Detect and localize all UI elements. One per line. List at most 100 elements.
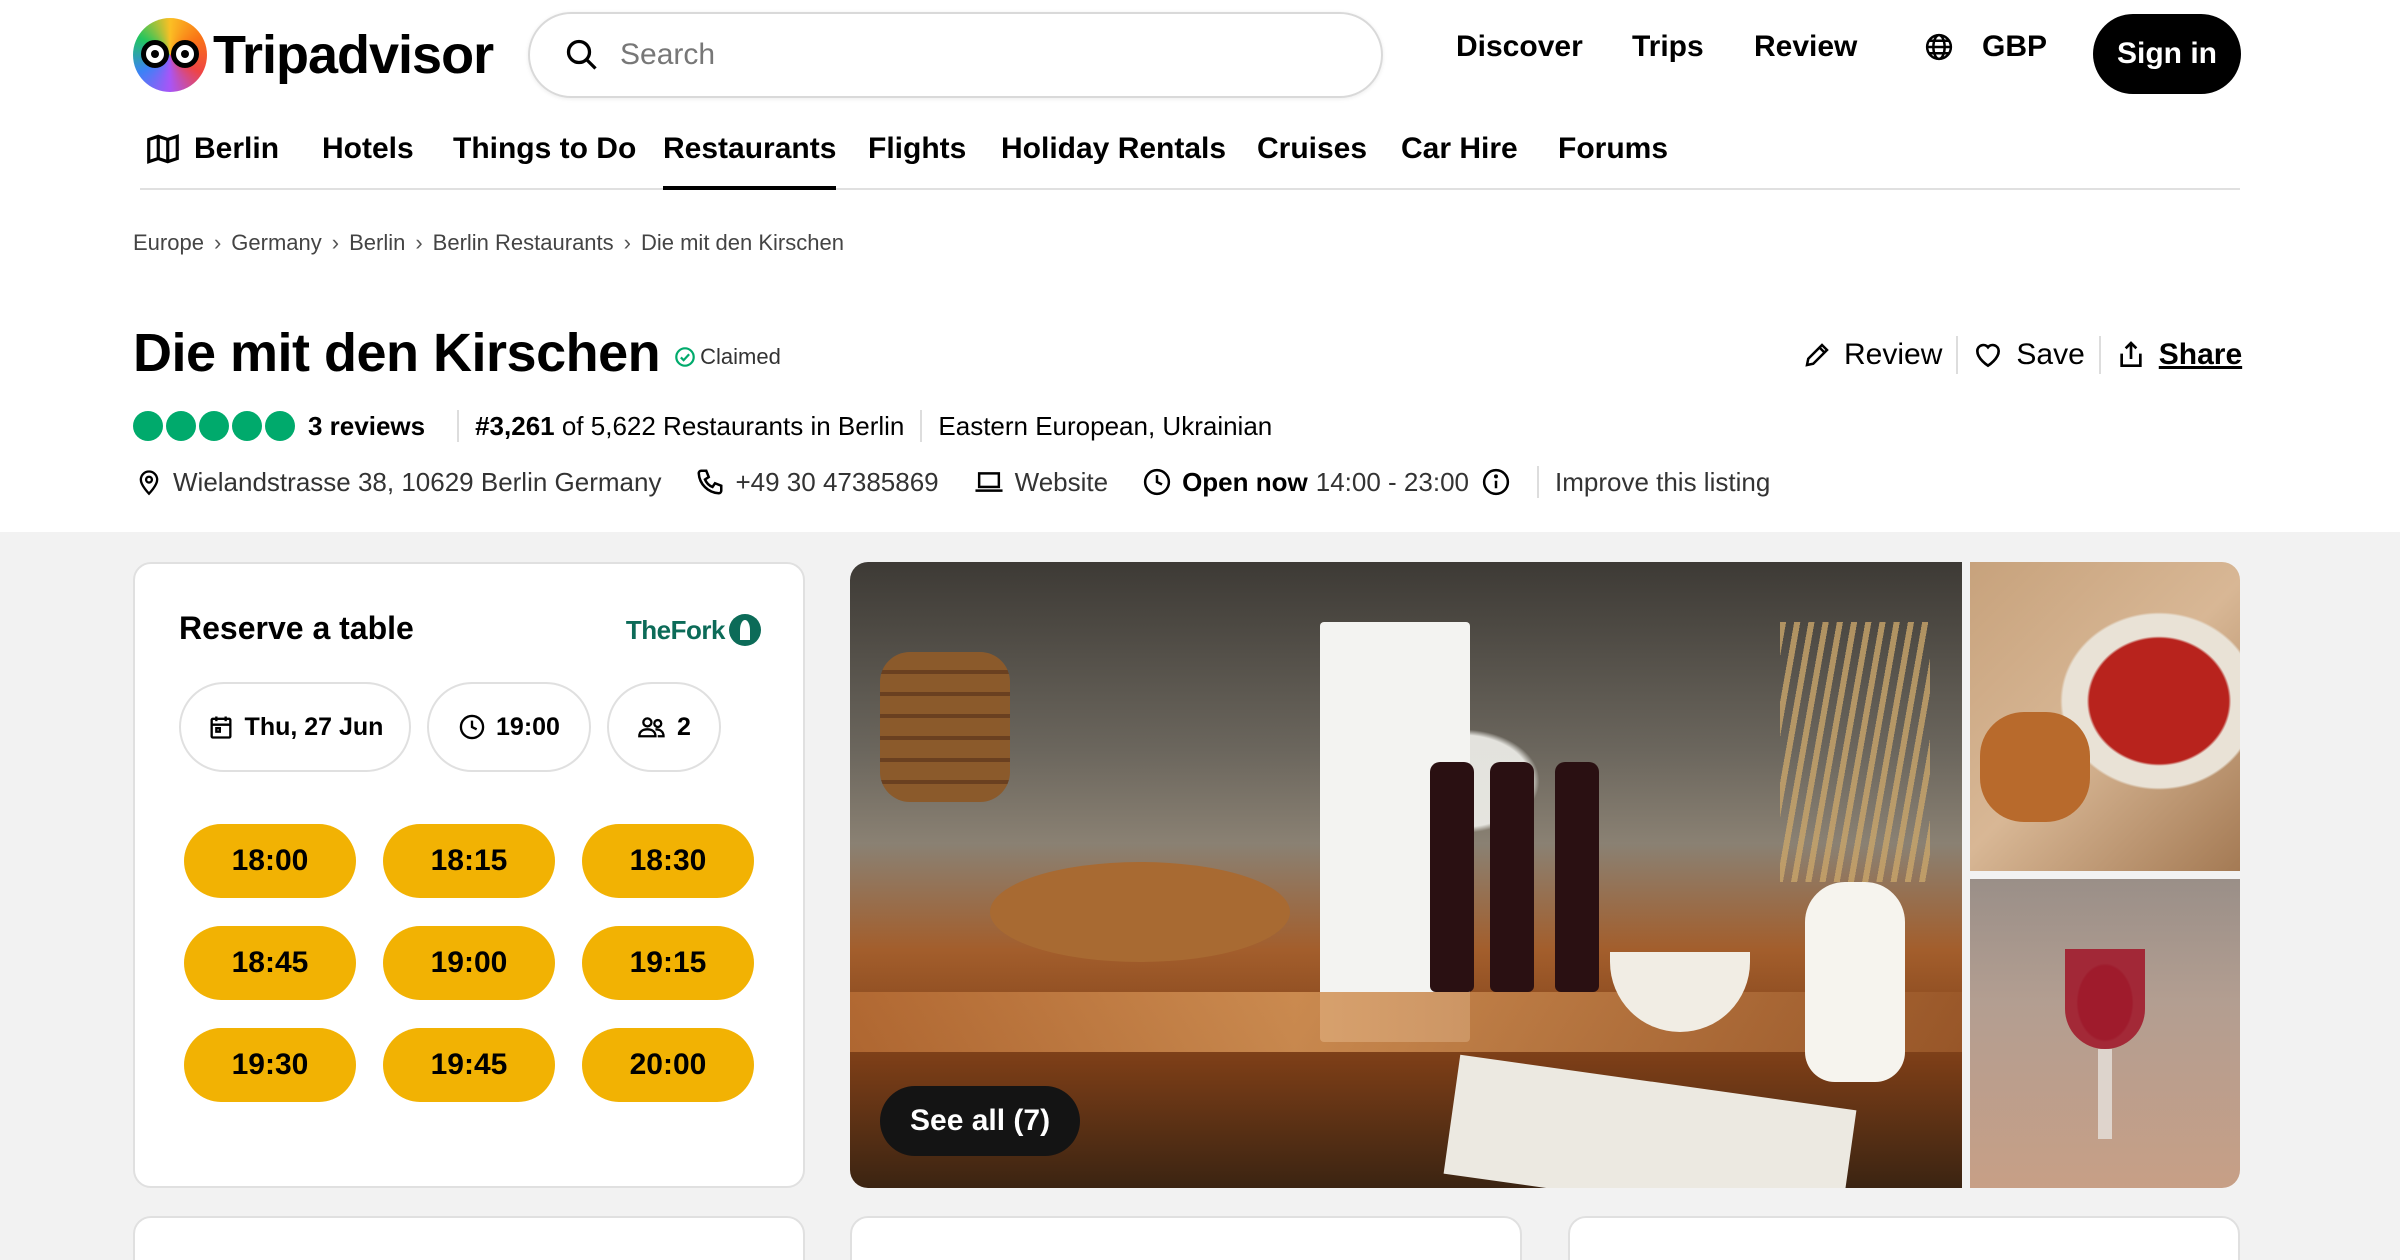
time-slot-button[interactable]: 19:45 <box>383 1028 555 1102</box>
time-value: 19:00 <box>496 712 560 741</box>
details-row: Wielandstrasse 38, 10629 Berlin Germany … <box>135 466 1770 498</box>
main-photo[interactable]: See all (7) <box>850 562 1962 1188</box>
owl-logo-icon <box>133 18 207 92</box>
rating-bubble-icon <box>133 411 163 441</box>
tripadvisor-logo[interactable]: Tripadvisor <box>133 18 494 92</box>
clock-icon <box>459 714 485 740</box>
rating-bubbles[interactable] <box>133 411 298 441</box>
tab-flights[interactable]: Flights <box>868 132 966 190</box>
search-icon <box>566 39 597 70</box>
save-button[interactable]: Save <box>1958 338 2098 372</box>
address-link[interactable]: Wielandstrasse 38, 10629 Berlin Germany <box>135 467 661 498</box>
breadcrumb-berlin[interactable]: Berlin <box>349 230 405 256</box>
tab-things-to-do[interactable]: Things to Do <box>453 132 636 190</box>
rating-bubble-icon <box>166 411 196 441</box>
time-slot-button[interactable]: 18:15 <box>383 824 555 898</box>
share-icon <box>2120 341 2142 367</box>
search-input[interactable] <box>620 38 1320 72</box>
top-header: Tripadvisor Discover Trips Review GBP Si… <box>0 0 2400 110</box>
map-icon <box>147 134 179 164</box>
date-value: Thu, 27 Jun <box>244 712 384 741</box>
breadcrumb-germany[interactable]: Germany <box>231 230 321 256</box>
claimed-label: Claimed <box>700 344 781 369</box>
check-circle-icon <box>675 347 695 367</box>
ranking-link[interactable]: #3,261 of 5,622 Restaurants in Berlin <box>475 411 904 442</box>
time-slot-button[interactable]: 19:00 <box>383 926 555 1000</box>
listing-actions: Review Save Share <box>1788 336 2256 374</box>
tab-forums[interactable]: Forums <box>1558 132 1668 190</box>
globe-icon <box>1925 33 1953 61</box>
time-slot-button[interactable]: 20:00 <box>582 1028 754 1102</box>
time-slot-button[interactable]: 18:00 <box>184 824 356 898</box>
search-bar[interactable] <box>528 12 1383 98</box>
website-link[interactable]: Website <box>973 467 1108 498</box>
guests-value: 2 <box>677 712 691 741</box>
rating-bubble-icon <box>232 411 262 441</box>
thefork-label: TheFork <box>625 614 726 645</box>
tab-holiday-rentals[interactable]: Holiday Rentals <box>1001 132 1226 190</box>
divider <box>920 410 923 442</box>
rating-bubble-icon <box>199 411 229 441</box>
calendar-icon <box>210 716 232 739</box>
photo-gallery: See all (7) <box>850 562 2240 1188</box>
laptop-icon <box>975 472 1003 492</box>
nav-review[interactable]: Review <box>1754 30 1857 64</box>
share-button[interactable]: Share <box>2101 338 2256 372</box>
time-picker[interactable]: 19:00 <box>427 682 591 772</box>
breadcrumb-europe[interactable]: Europe <box>133 230 204 256</box>
category-nav: Berlin Hotels Things to Do Restaurants F… <box>140 124 2240 190</box>
time-slot-button[interactable]: 19:15 <box>582 926 754 1000</box>
nav-trips[interactable]: Trips <box>1632 30 1704 64</box>
info-icon[interactable] <box>1481 467 1511 497</box>
time-slot-button[interactable]: 18:30 <box>582 824 754 898</box>
save-label: Save <box>2016 338 2085 371</box>
heart-icon <box>1976 343 2001 368</box>
breadcrumb-berlin-restaurants[interactable]: Berlin Restaurants <box>433 230 614 256</box>
rating-row: 3 reviews #3,261 of 5,622 Restaurants in… <box>133 410 1272 442</box>
tab-cruises[interactable]: Cruises <box>1257 132 1367 190</box>
website-text: Website <box>1014 466 1109 497</box>
guests-picker[interactable]: 2 <box>607 682 721 772</box>
side-photo-soup[interactable] <box>1970 562 2240 871</box>
claimed-badge[interactable]: Claimed <box>674 344 781 370</box>
info-card <box>133 1216 805 1260</box>
see-all-photos-button[interactable]: See all (7) <box>880 1086 1081 1156</box>
rank-number: #3,261 <box>475 410 555 441</box>
review-count-link[interactable]: 3 reviews <box>308 411 425 442</box>
time-slot-button[interactable]: 18:45 <box>184 926 356 1000</box>
tab-restaurants[interactable]: Restaurants <box>663 132 837 190</box>
side-photo-glass[interactable] <box>1970 879 2240 1188</box>
share-label: Share <box>2158 338 2243 371</box>
location-berlin[interactable]: Berlin <box>144 132 279 190</box>
title-row: Die mit den Kirschen Claimed <box>133 322 781 384</box>
pencil-icon <box>1805 343 1829 367</box>
sign-in-button[interactable]: Sign in <box>2093 14 2241 94</box>
tab-car-hire[interactable]: Car Hire <box>1401 132 1518 190</box>
review-label: Review <box>1844 338 1943 371</box>
opening-hours[interactable]: Open now 14:00 - 23:00 <box>1142 467 1521 498</box>
time-slot-button[interactable]: 19:30 <box>184 1028 356 1102</box>
currency-selector[interactable]: GBP <box>1924 30 2047 64</box>
improve-listing-link[interactable]: Improve this listing <box>1555 467 1770 498</box>
tab-hotels[interactable]: Hotels <box>322 132 414 190</box>
chevron-right-icon: › <box>623 230 631 255</box>
date-picker[interactable]: Thu, 27 Jun <box>179 682 411 772</box>
location-pin-icon <box>139 470 159 496</box>
nav-discover[interactable]: Discover <box>1456 30 1583 64</box>
clock-icon <box>1143 468 1171 496</box>
thefork-leaf-icon <box>729 614 761 646</box>
cuisine-link[interactable]: Eastern European, Ukrainian <box>938 411 1272 442</box>
phone-text: +49 30 47385869 <box>735 466 939 497</box>
thefork-logo: TheFork <box>626 614 761 646</box>
review-button[interactable]: Review <box>1788 338 1956 372</box>
rating-bubble-icon <box>265 411 295 441</box>
divider <box>457 410 460 442</box>
phone-link[interactable]: +49 30 47385869 <box>695 466 939 498</box>
breadcrumb: Europe › Germany › Berlin › Berlin Resta… <box>133 230 844 256</box>
location-label: Berlin <box>194 132 280 165</box>
chevron-right-icon: › <box>213 230 222 255</box>
info-card <box>1568 1216 2240 1260</box>
open-status: Open now <box>1182 466 1308 497</box>
people-icon <box>638 717 665 738</box>
time-slot-grid: 18:00 18:15 18:30 18:45 19:00 19:15 19:3… <box>184 824 754 1102</box>
